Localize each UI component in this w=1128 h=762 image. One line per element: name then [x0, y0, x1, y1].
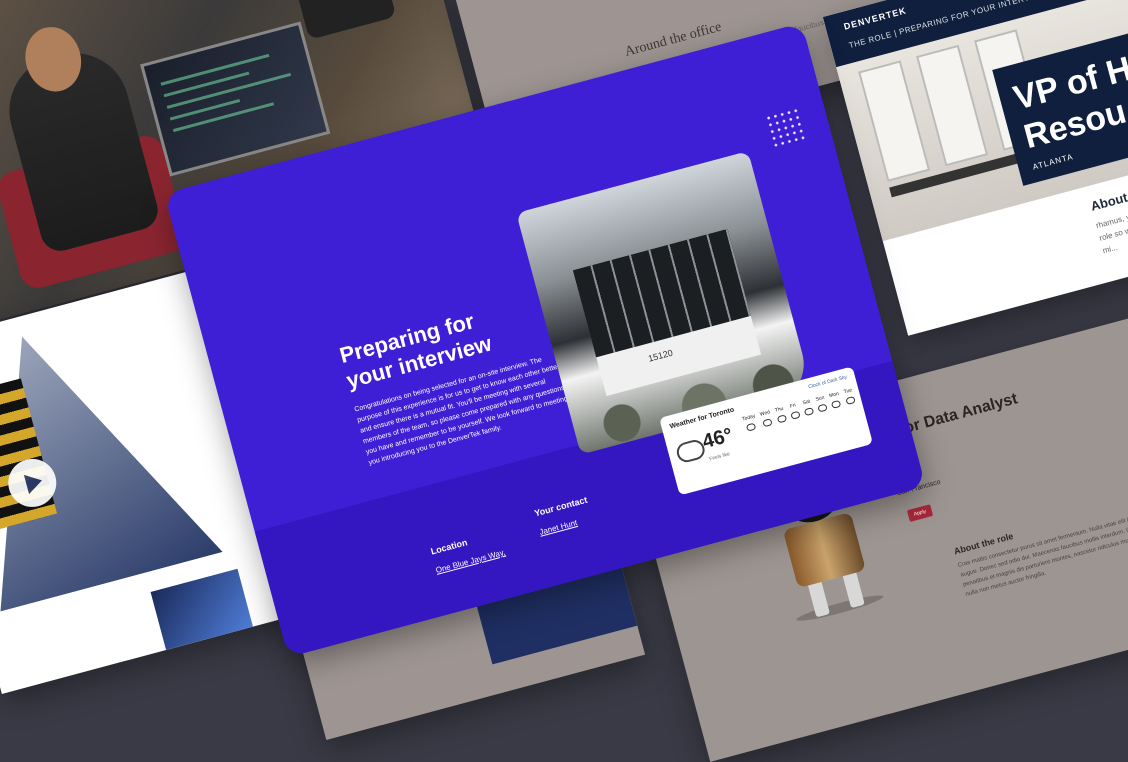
about-role-text: Cras mattis consectetur purus sit amet f… [957, 506, 1128, 598]
weather-source-link[interactable]: Clock of Dark Sky [808, 374, 848, 390]
temperature: 46° [700, 424, 736, 454]
forecast-day: Tue [843, 387, 856, 406]
camera-shape [293, 0, 397, 40]
weather-icon [817, 403, 828, 413]
forecast-day: Mon [829, 391, 843, 409]
forecast-day: Wed [759, 409, 773, 428]
forecast-day: Sat [801, 398, 815, 417]
weather-icon [831, 399, 842, 409]
thumbnail-image [150, 568, 254, 650]
forecast-day: Sun [815, 395, 828, 413]
weather-icon [803, 407, 815, 417]
apply-button[interactable]: Apply [906, 504, 934, 522]
forecast-day: Fri [788, 402, 801, 420]
forecast-day: Today [742, 413, 759, 432]
weather-icon [762, 418, 773, 428]
weather-icon [790, 410, 801, 420]
forecast-days: Today Wed Thu Fri Sat Sun Mon Tue [742, 387, 856, 432]
feels-like: Feels like [708, 451, 731, 463]
weather-icon [745, 422, 757, 432]
forecast-day: Thu [774, 406, 787, 424]
about-heading: About the ro [1089, 179, 1128, 214]
weather-icon [776, 414, 787, 424]
laptop-screen [140, 21, 331, 177]
weather-icon [845, 395, 856, 406]
dot-grid-decoration [764, 106, 809, 151]
